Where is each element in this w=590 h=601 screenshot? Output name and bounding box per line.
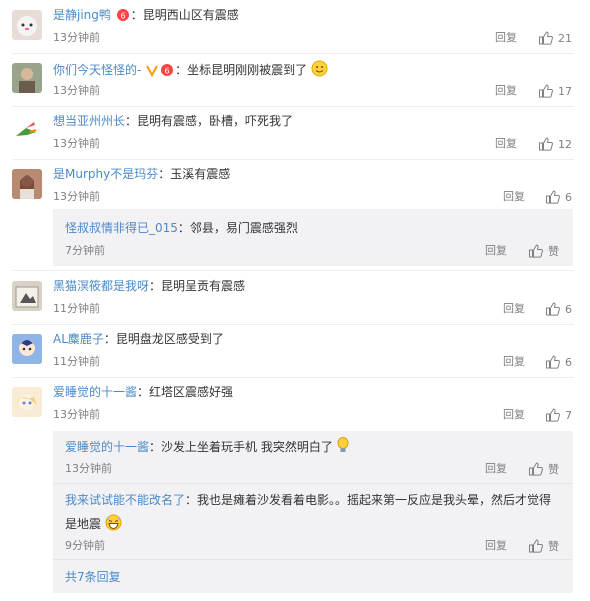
- comment-time: 11分钟前: [53, 302, 100, 315]
- comment-username[interactable]: AL麋鹿子: [53, 332, 104, 346]
- reply-button[interactable]: 回复: [495, 137, 517, 151]
- reply-button[interactable]: 回复: [485, 462, 507, 476]
- comment-text: ：红塔区震感好强: [137, 385, 234, 399]
- view-all-replies-link[interactable]: 共7条回复: [65, 570, 121, 584]
- sub-reply-username[interactable]: 爱睡觉的十一酱: [65, 440, 149, 454]
- reply-button[interactable]: 回复: [503, 408, 525, 422]
- comment-username[interactable]: 想当亚州州长: [53, 114, 125, 128]
- like-button[interactable]: 12: [538, 137, 572, 152]
- thumbs-up-icon: [546, 408, 560, 422]
- comment-divider: [12, 270, 574, 271]
- laugh-emoji-icon: [105, 514, 122, 535]
- thumbs-up-icon: [546, 355, 560, 369]
- thumbs-up-icon: [529, 539, 543, 553]
- avatar[interactable]: [12, 63, 42, 93]
- sub-reply-text: ：邻县，易门震感强烈: [177, 221, 298, 235]
- comment-text: ：昆明盘龙区感受到了: [103, 332, 224, 346]
- comment-text: ：昆明有震感，卧槽，吓死我了: [125, 114, 294, 128]
- like-button[interactable]: 赞: [528, 244, 559, 259]
- sub-reply-text: ：我也是瘫着沙发看着电影。。摇起来第一反应是我头晕，然后才觉得: [185, 493, 552, 507]
- avatar[interactable]: [12, 281, 42, 311]
- like-label: 赞: [548, 463, 559, 476]
- comment-text: ：昆明西山区有震感: [130, 8, 239, 22]
- like-button[interactable]: 7: [545, 408, 572, 423]
- comment-time: 13分钟前: [53, 84, 100, 97]
- sub-reply-box: 爱睡觉的十一酱：沙发上坐着玩手机 我突然明白了 13分钟前 回复 赞 我来试试能…: [53, 431, 573, 593]
- like-count: 6: [565, 303, 572, 316]
- sub-reply-box: 怪叔叔情非得已_015：邻县，易门震感强烈 7分钟前 回复 赞: [53, 209, 573, 266]
- comment-time: 13分钟前: [53, 137, 100, 150]
- comment-text: ：玉溪有震感: [158, 167, 231, 181]
- svg-text:6: 6: [120, 12, 125, 21]
- like-button[interactable]: 21: [538, 31, 572, 46]
- like-label: 赞: [548, 540, 559, 553]
- comment-time: 13分钟前: [53, 408, 100, 421]
- thumbs-up-icon: [539, 31, 553, 45]
- comment-divider: [12, 159, 574, 160]
- sub-reply-username[interactable]: 怪叔叔情非得已_015: [65, 221, 178, 235]
- thumbs-up-icon: [546, 302, 560, 316]
- avatar[interactable]: [12, 116, 42, 146]
- like-count: 6: [565, 356, 572, 369]
- reply-button[interactable]: 回复: [495, 31, 517, 45]
- smile-emoji-icon: [311, 60, 328, 81]
- comment-text: ：坐标昆明刚刚被震到了: [175, 63, 308, 77]
- svg-text:6: 6: [165, 67, 170, 76]
- like-button[interactable]: 17: [538, 84, 572, 99]
- reply-button[interactable]: 回复: [503, 302, 525, 316]
- sub-reply-text: ：沙发上坐着玩手机 我突然明白了: [149, 440, 333, 454]
- reply-button[interactable]: 回复: [495, 84, 517, 98]
- avatar[interactable]: [12, 10, 42, 40]
- like-count: 7: [565, 409, 572, 422]
- comment-divider: [12, 377, 574, 378]
- comment-divider: [12, 53, 574, 54]
- thumbs-up-icon: [539, 137, 553, 151]
- sub-reply-text-continued: 是地震: [65, 517, 102, 531]
- sub-reply-time: 7分钟前: [65, 244, 105, 257]
- thumbs-up-icon: [529, 462, 543, 476]
- like-count: 12: [558, 138, 572, 151]
- thumbs-up-icon: [539, 84, 553, 98]
- member-badge-icon: 6: [159, 63, 175, 81]
- like-count: 17: [558, 85, 572, 98]
- comment-text: ：昆明呈贡有震感: [149, 279, 246, 293]
- sub-reply-divider: [53, 559, 573, 560]
- like-label: 赞: [548, 245, 559, 258]
- like-button[interactable]: 6: [545, 302, 572, 317]
- comment-username[interactable]: 爱睡觉的十一酱: [53, 385, 137, 399]
- sub-reply-time: 13分钟前: [65, 462, 112, 475]
- like-count: 6: [565, 191, 572, 204]
- sub-reply-username[interactable]: 我来试试能不能改名了: [65, 493, 185, 507]
- comment-time: 13分钟前: [53, 190, 100, 203]
- comment-time: 13分钟前: [53, 31, 100, 44]
- comment-username[interactable]: 黑猫溟筱都是我呀: [53, 279, 149, 293]
- avatar[interactable]: [12, 169, 42, 199]
- comment-username[interactable]: 你们今天怪怪的-: [53, 63, 141, 77]
- member-badge-icon: 6: [115, 8, 131, 26]
- like-button[interactable]: 6: [545, 355, 572, 370]
- like-count: 21: [558, 32, 572, 45]
- avatar[interactable]: [12, 334, 42, 364]
- thumbs-up-icon: [529, 244, 543, 258]
- reply-button[interactable]: 回复: [485, 244, 507, 258]
- comment-username[interactable]: 是Murphy不是玛芬: [53, 167, 158, 181]
- comment-time: 11分钟前: [53, 355, 100, 368]
- sub-reply-divider: [53, 483, 573, 484]
- comment-username[interactable]: 是静jing鸭: [53, 8, 111, 22]
- reply-button[interactable]: 回复: [503, 355, 525, 369]
- thumbs-up-icon: [546, 190, 560, 204]
- like-button[interactable]: 赞: [528, 539, 559, 554]
- comment-divider: [12, 106, 574, 107]
- comment-divider: [12, 324, 574, 325]
- verified-v-icon: [145, 63, 159, 81]
- idea-emoji-icon: [337, 437, 349, 458]
- like-button[interactable]: 6: [545, 190, 572, 205]
- like-button[interactable]: 赞: [528, 462, 559, 477]
- sub-reply-time: 9分钟前: [65, 539, 105, 552]
- reply-button[interactable]: 回复: [503, 190, 525, 204]
- avatar[interactable]: [12, 387, 42, 417]
- reply-button[interactable]: 回复: [485, 539, 507, 553]
